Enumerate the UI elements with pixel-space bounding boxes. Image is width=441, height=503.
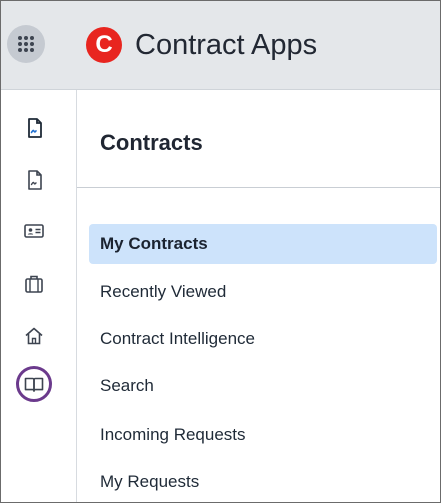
brand-logo: C: [86, 27, 122, 63]
panel-title: Contracts: [100, 130, 203, 155]
id-card-icon: [24, 224, 44, 238]
nav-item-my-contracts[interactable]: My Contracts: [89, 224, 437, 264]
app-header: C Contract Apps: [1, 1, 440, 90]
app-window: C Contract Apps Contracts My Contracts R…: [0, 0, 441, 503]
app-launcher-button[interactable]: [7, 25, 45, 63]
sidebar-item-contracts[interactable]: [22, 116, 46, 140]
nav-item-search[interactable]: Search: [89, 366, 437, 406]
sidebar-item-home[interactable]: [22, 324, 46, 348]
home-icon: [25, 327, 43, 345]
panel-divider: [77, 187, 440, 188]
nav-item-contract-intelligence[interactable]: Contract Intelligence: [89, 319, 437, 359]
document-icon: [28, 170, 42, 190]
sidebar-item-documents[interactable]: [22, 168, 46, 192]
contract-document-icon: [28, 118, 42, 138]
sidebar-item-cards[interactable]: [22, 219, 46, 243]
nav-item-recently-viewed[interactable]: Recently Viewed: [89, 272, 437, 312]
nav-item-incoming-requests[interactable]: Incoming Requests: [89, 415, 437, 455]
icon-sidebar: [1, 90, 77, 502]
sidebar-item-matters[interactable]: [22, 272, 46, 296]
briefcase-icon: [25, 275, 43, 293]
book-icon: [24, 377, 44, 392]
sidebar-item-library[interactable]: [22, 372, 46, 396]
nav-item-my-requests[interactable]: My Requests: [89, 462, 437, 502]
app-launcher-grid-icon: [18, 36, 34, 52]
app-title: Contract Apps: [135, 29, 318, 61]
